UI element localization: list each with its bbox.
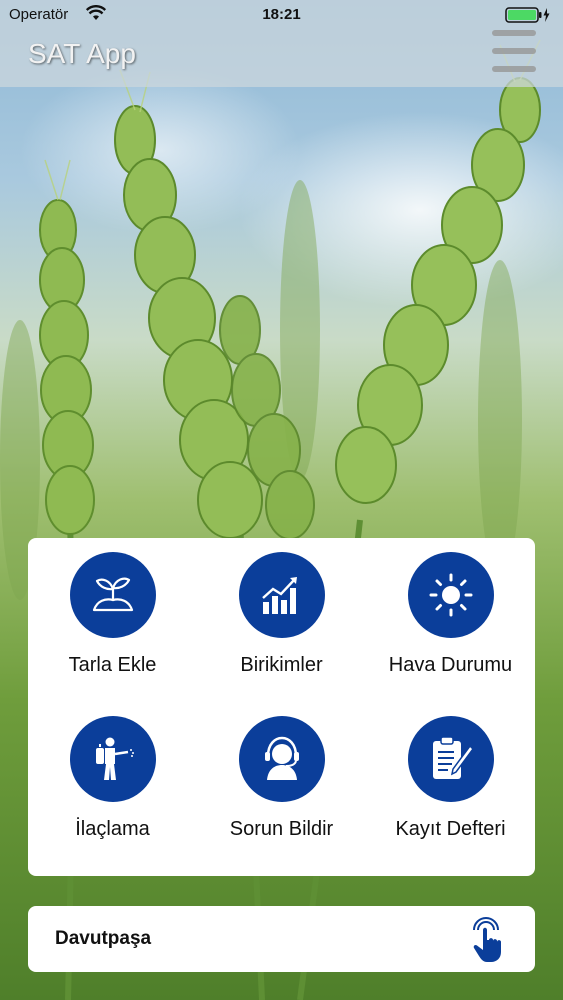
location-bar[interactable]: Davutpaşa	[28, 906, 535, 972]
menu-grid: Tarla Ekle Birikimler Hava Durumu İlaçla…	[28, 538, 535, 876]
tile-hava-durumu[interactable]: Hava Durumu	[366, 538, 535, 698]
tile-sorun-bildir[interactable]: Sorun Bildir	[197, 702, 366, 862]
battery-icon	[505, 7, 551, 27]
sprayer-person-icon	[70, 716, 156, 802]
tile-tarla-ekle[interactable]: Tarla Ekle	[28, 538, 197, 698]
status-bar: Operatör 18:21	[0, 0, 563, 30]
plant-sprout-icon	[70, 552, 156, 638]
tile-label: Kayıt Defteri	[395, 818, 506, 840]
status-time: 18:21	[262, 6, 301, 23]
app-title: SAT App	[28, 38, 136, 69]
tile-label: İlaçlama	[75, 818, 150, 840]
tile-birikimler[interactable]: Birikimler	[197, 538, 366, 698]
tile-label: Birikimler	[240, 654, 323, 676]
growth-chart-icon	[239, 552, 325, 638]
tile-ilaclama[interactable]: İlaçlama	[28, 702, 197, 862]
tile-kayit-defteri[interactable]: Kayıt Defteri	[366, 702, 535, 862]
tile-label: Hava Durumu	[388, 654, 513, 676]
support-headset-icon	[239, 716, 325, 802]
hamburger-menu-icon[interactable]	[490, 28, 538, 74]
tile-label: Tarla Ekle	[68, 654, 157, 676]
tap-hand-icon[interactable]	[468, 916, 508, 969]
location-name: Davutpaşa	[55, 928, 152, 949]
tile-label: Sorun Bildir	[229, 818, 334, 840]
clipboard-pen-icon	[408, 716, 494, 802]
sun-icon	[408, 552, 494, 638]
